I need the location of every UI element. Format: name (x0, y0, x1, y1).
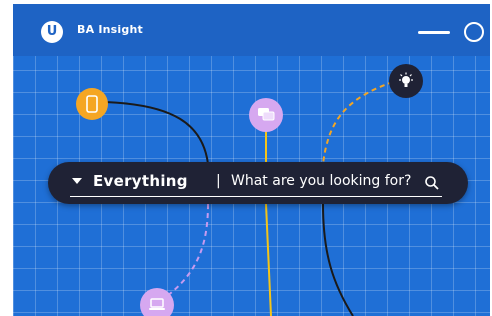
laptop-node (140, 288, 174, 316)
connector-black-top (102, 101, 209, 165)
connector-yellow-bottom (265, 203, 272, 316)
phone-icon (86, 95, 98, 113)
hero-panel: U BA Insight Everything | What are you l… (13, 4, 490, 316)
search-underline (70, 196, 442, 197)
connector-black-bottom (322, 203, 354, 316)
connector-dashed-purple (162, 203, 209, 300)
caret-down-icon[interactable] (72, 178, 82, 184)
search-bar[interactable]: Everything | What are you looking for? (48, 162, 468, 204)
top-bar: U BA Insight (13, 4, 490, 56)
lightbulb-node (389, 64, 423, 98)
lightbulb-icon (399, 72, 413, 87)
search-icon[interactable] (424, 175, 440, 191)
circle-icon[interactable] (464, 22, 484, 42)
search-scope[interactable]: Everything (93, 172, 188, 190)
menu-icon[interactable] (418, 31, 450, 34)
phone-node (76, 88, 108, 120)
brand-name[interactable]: BA Insight (77, 23, 143, 36)
logo[interactable]: U (41, 21, 63, 43)
connector-dashed-orange (322, 81, 394, 165)
chat-node (249, 98, 283, 132)
search-divider: | (216, 173, 221, 189)
chat-icon (258, 108, 275, 121)
search-input[interactable]: What are you looking for? (231, 173, 411, 189)
laptop-icon (149, 298, 165, 310)
